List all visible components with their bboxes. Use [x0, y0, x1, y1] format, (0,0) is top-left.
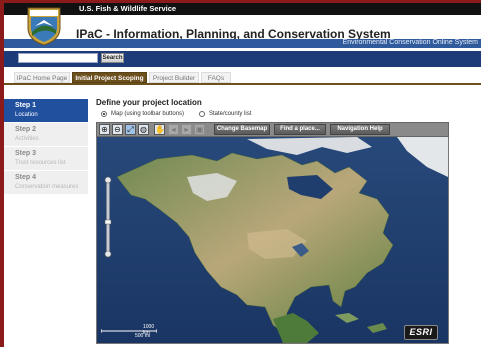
- change-basemap-button[interactable]: Change Basemap: [214, 124, 270, 135]
- scale-mi-label: 500 mi: [135, 333, 151, 339]
- tagline: Environmental Conservation Online System: [342, 39, 478, 46]
- search-input[interactable]: [18, 53, 98, 63]
- previous-extent-icon[interactable]: ◂: [168, 124, 179, 135]
- option-map-label: Map (using toolbar buttons): [111, 111, 185, 117]
- search-button[interactable]: Search: [101, 53, 124, 63]
- tab-project-builder[interactable]: Project Builder: [149, 72, 199, 83]
- option-state-county[interactable]: State/county list: [199, 111, 251, 117]
- usfws-logo-icon[interactable]: [26, 6, 62, 46]
- option-state-county-label: State/county list: [209, 111, 252, 117]
- map-canvas[interactable]: [97, 137, 448, 343]
- agency-name: U.S. Fish & Wildlife Service: [79, 4, 177, 13]
- zoom-box-icon[interactable]: ⤢: [125, 124, 136, 135]
- pan-icon[interactable]: ✋: [154, 124, 165, 135]
- tab-underline: [4, 83, 481, 85]
- tab-ipac-home[interactable]: IPaC Home Page: [14, 72, 70, 83]
- zoom-slider[interactable]: [104, 176, 112, 258]
- tab-faqs[interactable]: FAQs: [201, 72, 231, 83]
- step-number: Step 3: [15, 150, 37, 157]
- step-3-item[interactable]: Step 3 Trust resources list: [4, 147, 88, 171]
- step-label: Conservation measures: [15, 184, 79, 190]
- zoom-in-icon[interactable]: ⊕: [99, 124, 110, 135]
- step-label: Trust resources list: [15, 160, 66, 166]
- step-2-item[interactable]: Step 2 Activities: [4, 123, 88, 147]
- step-number: Step 2: [15, 126, 37, 133]
- step-4-item[interactable]: Step 4 Conservation measures: [4, 171, 88, 195]
- esri-logo: ESRI: [404, 325, 438, 340]
- globe-icon[interactable]: ◍: [138, 124, 149, 135]
- step-label: Location: [15, 112, 38, 118]
- radio-state-county[interactable]: [199, 111, 205, 117]
- tab-initial-project-scoping[interactable]: Initial Project Scoping: [72, 72, 147, 83]
- find-place-button[interactable]: Find a place...: [274, 124, 326, 135]
- radio-map[interactable]: [101, 111, 107, 117]
- step-list: Step 1 Location Step 2 Activities Step 3…: [4, 99, 88, 195]
- full-extent-icon[interactable]: ▣: [194, 124, 205, 135]
- step-1-item[interactable]: Step 1 Location: [4, 99, 88, 123]
- page-title: Define your project location: [96, 98, 202, 107]
- navigation-help-button[interactable]: Navigation Help: [330, 124, 390, 135]
- step-number: Step 4: [15, 174, 37, 181]
- next-extent-icon[interactable]: ▸: [181, 124, 192, 135]
- step-label: Activities: [15, 136, 39, 142]
- zoom-out-icon[interactable]: ⊖: [112, 124, 123, 135]
- header-bar: [4, 3, 481, 15]
- option-map[interactable]: Map (using toolbar buttons): [101, 111, 184, 117]
- step-number: Step 1: [15, 102, 37, 109]
- map-scale: 1000 km 500 mi: [101, 324, 157, 339]
